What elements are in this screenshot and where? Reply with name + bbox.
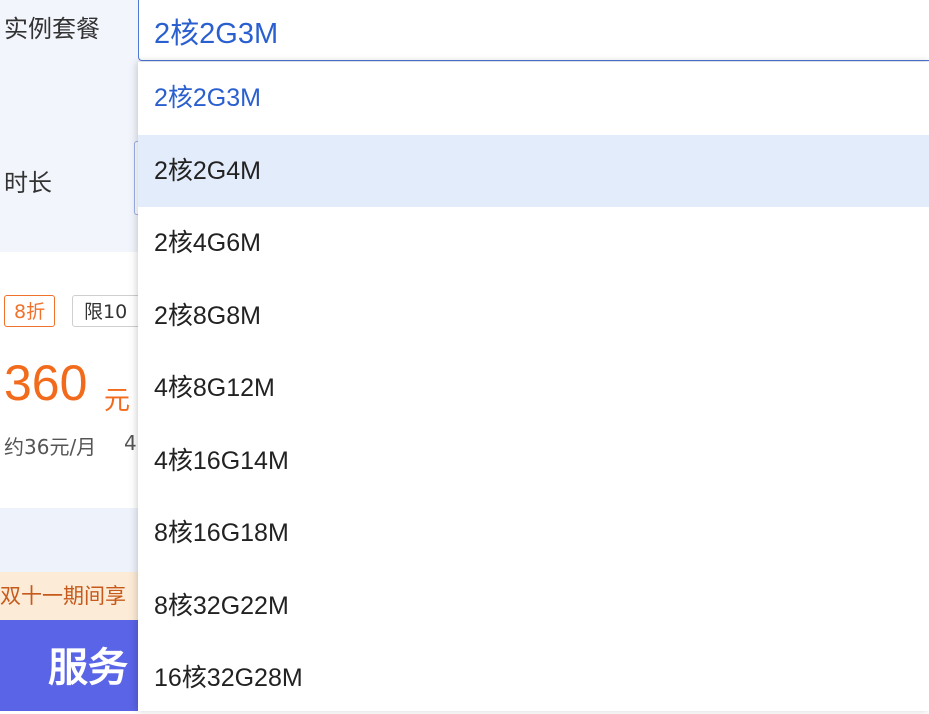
monthly-price-extra: 4 [124, 431, 137, 455]
dropdown-option[interactable]: 2核8G8M [138, 280, 929, 352]
dropdown-option[interactable]: 2核4G6M [138, 207, 929, 279]
dropdown-option[interactable]: 8核32G22M [138, 570, 929, 642]
dropdown-option[interactable]: 4核8G12M [138, 352, 929, 424]
dropdown-option[interactable]: 16核32G28M [138, 642, 929, 714]
instance-plan-select[interactable]: 2核2G3M [138, 0, 929, 61]
promo-text: 双十一期间享 [0, 584, 126, 608]
instance-plan-dropdown: 2核2G3M 2核2G3M 2核2G4M 2核4G6M 2核8G8M 4核8G12M 4核… [138, 0, 929, 711]
monthly-price: 约36元/月 [4, 435, 97, 459]
discount-tag: 8折 [4, 295, 56, 327]
instance-plan-label: 实例套餐 [4, 15, 100, 43]
service-title: 服务 [48, 645, 128, 691]
option-list: 2核2G3M 2核2G4M 2核4G6M 2核8G8M 4核8G12M 4核16G14M 8… [138, 62, 929, 711]
dropdown-option[interactable]: 2核2G3M [138, 62, 929, 134]
price-value: 360 [4, 355, 88, 411]
price-unit: 元 [104, 386, 131, 416]
duration-label: 时长 [4, 169, 52, 197]
dropdown-option[interactable]: 4核16G14M [138, 425, 929, 497]
selected-value: 2核2G3M [154, 18, 279, 50]
dropdown-option[interactable]: 8核16G18M [138, 497, 929, 569]
dropdown-option[interactable]: 2核2G4M [138, 134, 929, 207]
